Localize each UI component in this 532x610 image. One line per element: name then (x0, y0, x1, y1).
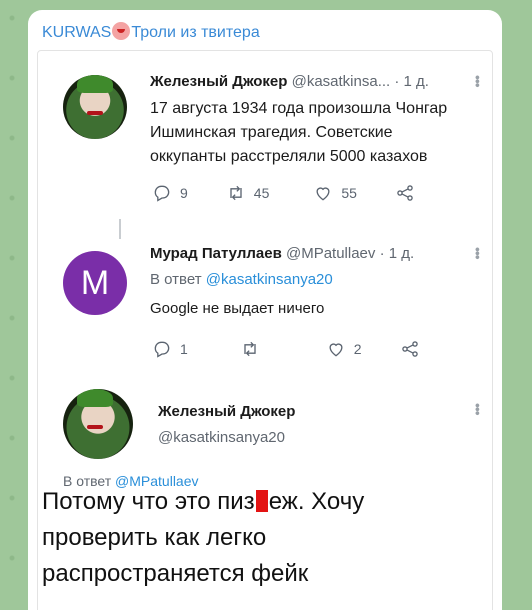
tweet1-like-count: 55 (341, 185, 357, 201)
heart-icon (329, 343, 343, 357)
channel-name-suffix: Троли из твитера (131, 24, 260, 41)
tweet2-like-count: 2 (353, 341, 362, 357)
tweet3-text-line3: распространяется фейк (42, 560, 309, 587)
tweet3-text-line1-b: еж. Хочу (268, 488, 365, 515)
avatar[interactable]: M (63, 251, 127, 315)
reply-icon (154, 341, 170, 358)
share-icon (401, 341, 418, 357)
tweet2-time: · 1 д. (379, 245, 415, 262)
channel-name[interactable]: KURWAS Троли из твитера (42, 22, 260, 42)
tweet3-handle-text: @kasatkinsanya20 (158, 429, 285, 446)
clown-emoji-icon (112, 22, 131, 40)
tweet1-reply-button[interactable]: 9 (152, 183, 188, 203)
tweet2-reply-button[interactable]: 1 (152, 339, 188, 359)
tweet2-like-button[interactable]: 2 (326, 339, 362, 359)
reply-icon (154, 185, 170, 202)
retweet-icon (230, 185, 242, 201)
tweet3-text-line1: Потому что это пиз еж. Хочу (42, 484, 364, 520)
message-bubble: KURWAS Троли из твитера Железный Джокер @… (28, 10, 502, 610)
tweet1-more-icon[interactable]: ••• (470, 75, 486, 87)
tweet3-more-icon[interactable]: ••• (470, 403, 486, 415)
avatar-letter: M (80, 264, 110, 302)
tweet2-author-name[interactable]: Мурад Патуллаев (150, 245, 282, 262)
tweet2-reply-count: 1 (180, 341, 188, 357)
tweet3-text-line2: проверить как легко (42, 524, 267, 551)
tweet2-actions: 1 2 (152, 339, 458, 359)
reply-mention-link[interactable]: @kasatkinsanya20 (206, 271, 333, 288)
tweet1-retweet-count: 45 (253, 185, 270, 201)
heart-icon (316, 187, 330, 201)
redaction-mark (255, 490, 268, 512)
tweet2-retweet-button[interactable] (240, 339, 260, 359)
joker-avatar[interactable] (63, 389, 133, 459)
tweet1-reply-count: 9 (180, 185, 188, 201)
tweet2-reply-to: В ответ @kasatkinsanya20 (150, 271, 333, 288)
tweet2-share-button[interactable] (400, 339, 420, 359)
tweet2-handle[interactable]: @MPatullaev (286, 245, 375, 262)
channel-name-prefix: KURWAS (42, 24, 112, 41)
tweet3-text: Потому что это пиз еж. Хочу проверить как… (42, 484, 364, 592)
tweet1-text-line1: 17 августа 1934 года произошла Чонгар (150, 100, 448, 117)
tweet1-author-name[interactable]: Железный Джокер (150, 73, 287, 90)
retweet-icon (244, 341, 256, 357)
tweet2-header: Мурад Патуллаев @MPatullaev · 1 д. (150, 245, 414, 262)
tweet1-header: Железный Джокер @kasatkinsa... · 1 д. (150, 73, 429, 90)
tweet3-handle[interactable]: @kasatkinsanya20 (158, 429, 285, 446)
tweet2-more-icon[interactable]: ••• (470, 247, 486, 259)
tweet1-time: · 1 д. (394, 73, 429, 90)
tweet1-retweet-button[interactable]: 45 (226, 183, 270, 203)
tweet1-text-line3: оккупанты расстреляли 5000 казахов (150, 148, 428, 165)
joker-avatar[interactable] (63, 75, 127, 139)
reply-prefix: В ответ (150, 271, 202, 288)
tweet2-text: Google не выдает ничего (150, 300, 325, 317)
share-icon (397, 185, 413, 201)
tweet1-like-button[interactable]: 55 (313, 183, 357, 203)
tweet1-text: 17 августа 1934 года произошла Чонгар Иш… (150, 97, 447, 169)
tweet1-text-line2: Ишминская трагедия. Советские (150, 124, 393, 141)
tweet1-share-button[interactable] (395, 183, 415, 203)
tweet1-actions: 9 45 55 (152, 183, 453, 203)
tweet1-handle[interactable]: @kasatkinsa... (292, 73, 391, 90)
tweet3-author-name-text: Железный Джокер (158, 403, 296, 420)
tweet3-author-name[interactable]: Железный Джокер (158, 403, 295, 420)
thread-line (119, 219, 121, 239)
tweet3-text-line1-a: Потому что это пиз (42, 488, 255, 515)
